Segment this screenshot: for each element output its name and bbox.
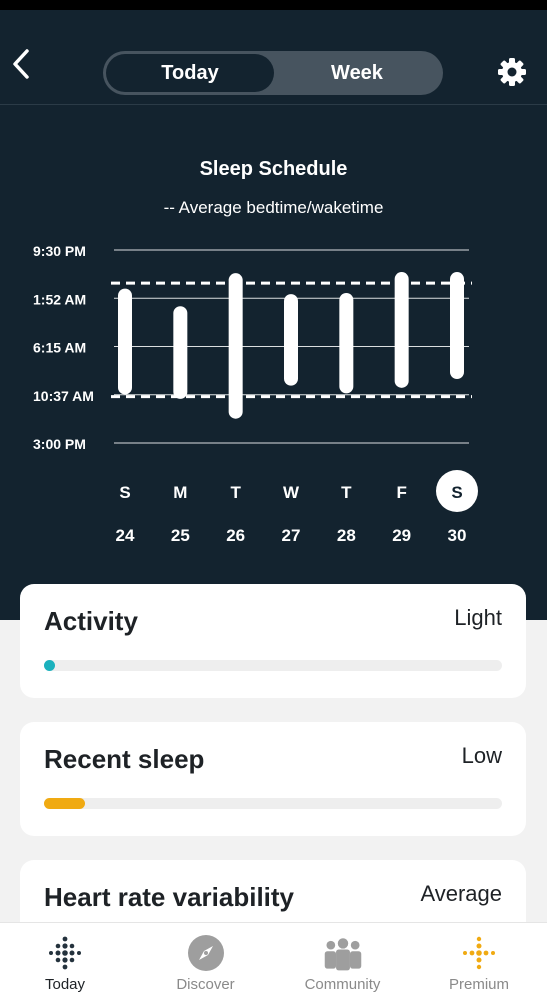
sleep-bar (173, 306, 188, 399)
bottom-tab-bar: Today Discover Community Premium (0, 922, 547, 999)
card-value: Light (454, 605, 502, 630)
tab-label: Community (304, 976, 381, 993)
period-toggle: Today Week (103, 51, 443, 95)
x-date-label: 29 (392, 526, 411, 545)
x-day-label: S (119, 483, 130, 502)
tab-bar-premium[interactable]: Premium (411, 923, 547, 999)
progress-track (44, 798, 502, 809)
settings-button[interactable] (494, 54, 530, 90)
x-day-label: T (230, 483, 241, 502)
y-tick-label: 10:37 AM (33, 388, 94, 404)
sleep-bar (339, 293, 354, 394)
header: Today Week (0, 10, 547, 105)
gear-icon (498, 58, 526, 86)
tab-bar-discover[interactable]: Discover (137, 923, 274, 999)
x-day-label: M (173, 483, 187, 502)
tab-bar-today[interactable]: Today (0, 923, 130, 999)
x-day-label: S (451, 483, 462, 502)
back-button[interactable] (6, 46, 36, 82)
y-tick-label: 6:15 AM (33, 340, 86, 356)
y-tick-label: 1:52 AM (33, 291, 86, 307)
tab-bar-community[interactable]: Community (274, 923, 411, 999)
card-title: Heart rate variability (44, 882, 295, 912)
people-icon (323, 933, 363, 973)
x-date-label: 30 (448, 526, 467, 545)
sleep-bar (118, 288, 132, 395)
x-date-label: 24 (116, 526, 135, 545)
y-tick-label: 9:30 PM (33, 243, 86, 259)
x-date-label: 25 (171, 526, 190, 545)
x-date-label: 27 (282, 526, 301, 545)
progress-fill (44, 798, 86, 809)
card-title: Activity (44, 606, 138, 636)
card-value: Average (420, 881, 502, 906)
x-date-label: 28 (337, 526, 356, 545)
sleep-schedule-chart: 9:30 PM 1:52 AM 6:15 AM 10:37 AM 3:00 PM S 24 M… (33, 243, 478, 545)
app-screen: Today Week Sleep Schedule -- Average bed… (0, 0, 547, 999)
recent-sleep-card[interactable]: Recent sleep Low (20, 722, 526, 836)
premium-dots-icon (459, 933, 499, 973)
tab-week[interactable]: Week (274, 54, 440, 92)
status-bar (0, 0, 547, 10)
x-day-label: F (396, 483, 406, 502)
activity-card[interactable]: Activity Light (20, 584, 526, 698)
card-title: Recent sleep (44, 744, 205, 774)
sleep-bar (450, 272, 464, 380)
tab-today[interactable]: Today (106, 54, 274, 92)
chart-title: Sleep Schedule (199, 158, 348, 180)
x-day-label: T (341, 483, 352, 502)
y-tick-label: 3:00 PM (33, 436, 86, 452)
progress-fill (44, 660, 55, 671)
tab-label: Premium (448, 976, 509, 993)
tab-label: Today (44, 976, 86, 993)
card-value: Low (461, 743, 502, 768)
compass-icon (186, 933, 226, 973)
tab-label: Discover (176, 976, 235, 993)
sleep-bar (284, 294, 298, 386)
x-date-label: 26 (226, 526, 245, 545)
chart-legend: -- Average bedtime/waketime (163, 198, 384, 217)
chevron-left-icon (13, 49, 29, 79)
x-day-label: W (283, 483, 300, 502)
sleep-bar (394, 272, 409, 388)
dots-grid-icon (45, 933, 85, 973)
progress-track (44, 660, 502, 671)
